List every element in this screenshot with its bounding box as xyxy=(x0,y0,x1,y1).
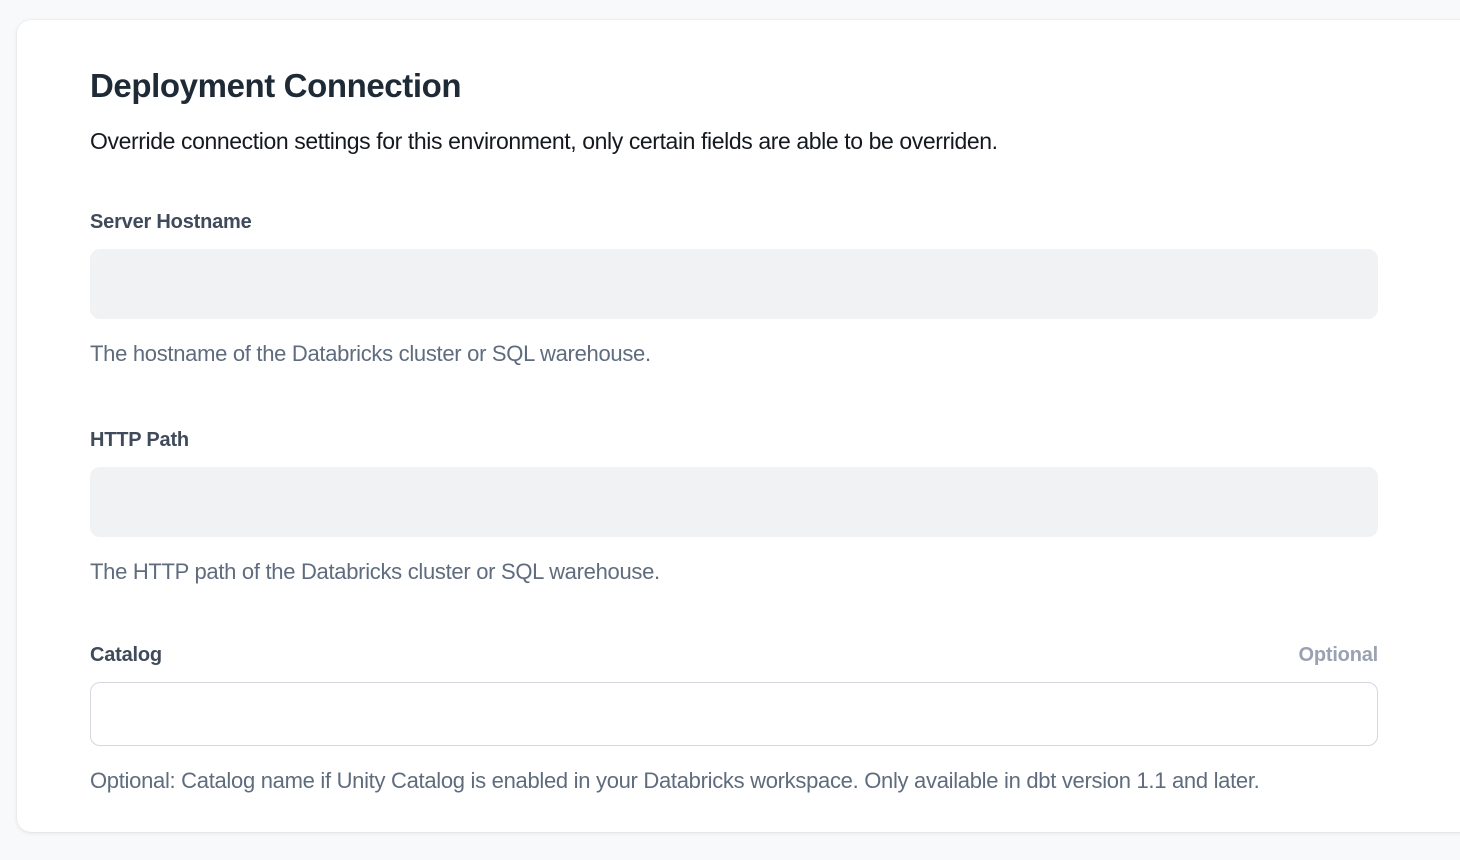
http-path-label-row: HTTP Path xyxy=(90,427,1378,453)
http-path-label: HTTP Path xyxy=(90,427,189,453)
field-http-path: HTTP Path The HTTP path of the Databrick… xyxy=(90,427,1378,584)
page-subtitle: Override connection settings for this en… xyxy=(90,127,1378,157)
deployment-connection-card: Deployment Connection Override connectio… xyxy=(17,20,1460,832)
optional-badge: Optional xyxy=(1298,642,1378,668)
http-path-help: The HTTP path of the Databricks cluster … xyxy=(90,559,1378,584)
catalog-help: Optional: Catalog name if Unity Catalog … xyxy=(90,768,1378,793)
catalog-input[interactable] xyxy=(90,682,1378,746)
field-server-hostname: Server Hostname The hostname of the Data… xyxy=(90,209,1378,366)
http-path-input xyxy=(90,467,1378,537)
deployment-connection-content: Deployment Connection Override connectio… xyxy=(90,66,1378,793)
server-hostname-help: The hostname of the Databricks cluster o… xyxy=(90,341,1378,366)
server-hostname-input xyxy=(90,249,1378,319)
server-hostname-label-row: Server Hostname xyxy=(90,209,1378,235)
catalog-label-row: Catalog Optional xyxy=(90,642,1378,668)
server-hostname-label: Server Hostname xyxy=(90,209,252,235)
field-catalog: Catalog Optional Optional: Catalog name … xyxy=(90,642,1378,793)
page-title: Deployment Connection xyxy=(90,66,1378,106)
catalog-label: Catalog xyxy=(90,642,162,668)
